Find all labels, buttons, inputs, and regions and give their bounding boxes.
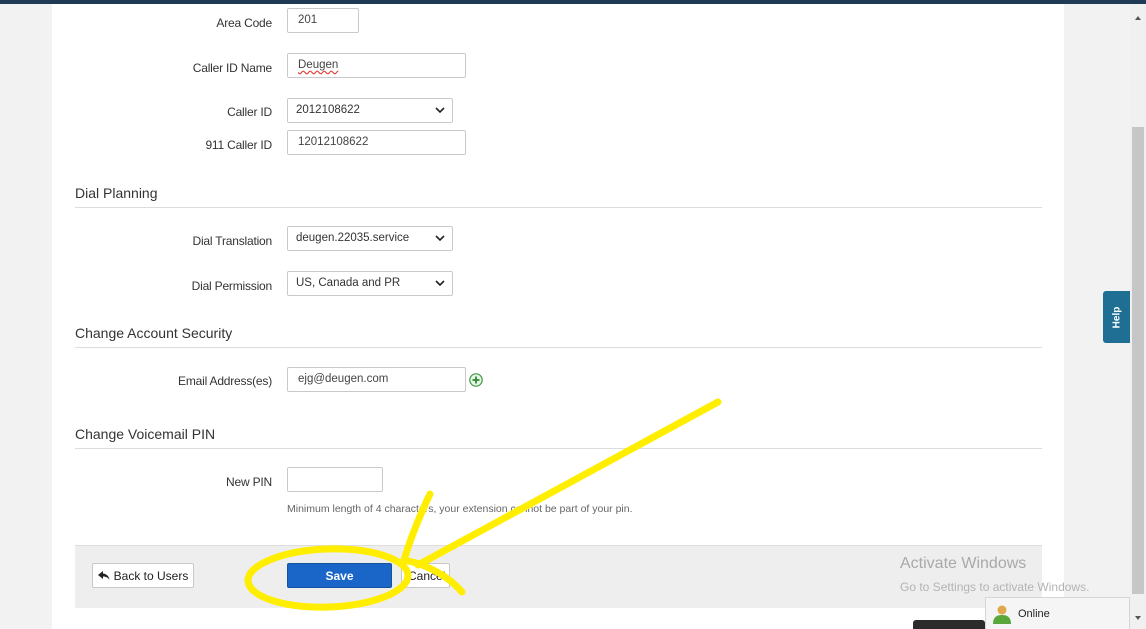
- section-divider: [75, 347, 1042, 348]
- scroll-up-icon[interactable]: [1132, 12, 1144, 24]
- cancel-label: Cancel: [408, 568, 446, 583]
- help-tab[interactable]: Help: [1103, 291, 1130, 343]
- dial-planning-heading: Dial Planning: [75, 185, 158, 201]
- scrollbar-thumb[interactable]: [1132, 127, 1144, 594]
- caller-id-select[interactable]: 2012108622: [287, 98, 453, 123]
- caller-id-name-input[interactable]: Deugen: [287, 53, 466, 78]
- chat-status-label: Online: [1018, 607, 1050, 620]
- user-icon: [993, 605, 1011, 624]
- dark-widget-tab[interactable]: [913, 620, 985, 629]
- activate-windows-subtitle: Go to Settings to activate Windows.: [900, 580, 1090, 594]
- dial-permission-label: Dial Permission: [191, 279, 273, 293]
- caller-id-911-input[interactable]: 12012108622: [287, 130, 466, 155]
- chevron-down-icon: [435, 235, 445, 242]
- pin-hint-text: Minimum length of 4 characters, your ext…: [287, 503, 633, 515]
- back-to-users-button[interactable]: Back to Users: [92, 563, 194, 588]
- activate-windows-title: Activate Windows: [900, 555, 1027, 572]
- email-input[interactable]: ejg@deugen.com: [287, 367, 466, 392]
- chevron-down-icon: [435, 107, 445, 114]
- email-label: Email Address(es): [178, 374, 272, 388]
- caller-id-911-label: 911 Caller ID: [205, 138, 272, 152]
- settings-panel: [52, 4, 1064, 629]
- section-divider: [75, 207, 1042, 208]
- cancel-button[interactable]: Cancel: [401, 563, 450, 588]
- help-tab-label: Help: [1110, 306, 1122, 328]
- dial-permission-value: US, Canada and PR: [296, 277, 401, 289]
- voicemail-pin-heading: Change Voicemail PIN: [75, 426, 216, 442]
- caller-id-name-label: Caller ID Name: [192, 61, 272, 75]
- dial-permission-select[interactable]: US, Canada and PR: [287, 271, 453, 296]
- reply-arrow-icon: [97, 570, 110, 580]
- caller-id-label: Caller ID: [227, 105, 272, 119]
- plus-circle-icon[interactable]: [469, 373, 483, 387]
- caller-id-name-value: Deugen: [298, 59, 339, 71]
- save-label: Save: [325, 568, 354, 583]
- dial-translation-value: deugen.22035.service: [296, 232, 410, 244]
- area-code-input[interactable]: 201: [287, 8, 359, 33]
- new-pin-input[interactable]: [287, 467, 383, 492]
- caller-id-value: 2012108622: [296, 104, 360, 116]
- area-code-label: Area Code: [216, 16, 272, 30]
- online-chat-widget[interactable]: Online: [985, 597, 1130, 629]
- section-divider: [75, 448, 1042, 449]
- scroll-down-icon[interactable]: [1132, 612, 1144, 624]
- account-security-heading: Change Account Security: [75, 325, 233, 341]
- chevron-down-icon: [435, 280, 445, 287]
- dial-translation-label: Dial Translation: [192, 234, 272, 248]
- back-to-users-label: Back to Users: [113, 568, 189, 583]
- new-pin-label: New PIN: [226, 475, 272, 489]
- form-footer: [75, 545, 1042, 608]
- save-button[interactable]: Save: [287, 563, 392, 588]
- dial-translation-select[interactable]: deugen.22035.service: [287, 226, 453, 251]
